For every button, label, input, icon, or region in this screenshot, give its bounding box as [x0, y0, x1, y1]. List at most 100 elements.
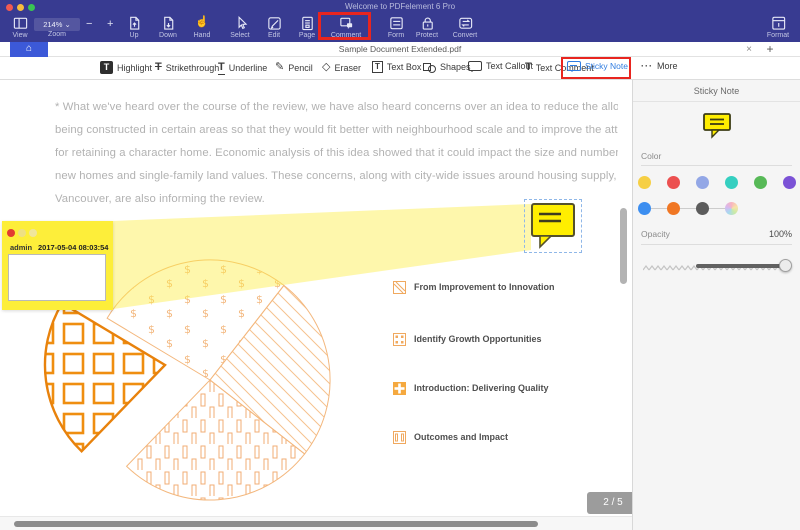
- main-toolbar: View 214% ⌄ − + Zoom Up Down ☝ Hand Sele…: [0, 14, 800, 42]
- legend-item: Outcomes and Impact: [393, 430, 508, 444]
- tool-label: Underline: [228, 63, 268, 73]
- document-text-line: * What we've heard over the course of th…: [55, 101, 618, 113]
- pie-slice-squares-exploded: [43, 301, 167, 453]
- strikethrough-icon: T: [155, 61, 162, 73]
- tool-label: Highlight: [117, 62, 153, 73]
- toolbar-button-label: Comment: [330, 32, 362, 39]
- legend-label: Introduction: Delivering Quality: [414, 383, 549, 393]
- toolbar-button-comment[interactable]: Comment: [324, 15, 368, 40]
- color-swatch-yellow[interactable]: [637, 176, 651, 189]
- color-swatch-gray[interactable]: [695, 202, 709, 215]
- tool-highlight[interactable]: T Highlight: [100, 61, 152, 74]
- pie-slice-diagonal: [209, 284, 331, 455]
- color-section-label: Color: [641, 151, 662, 161]
- document-page: * What we've heard over the course of th…: [0, 80, 632, 530]
- horizontal-scrollbar-thumb[interactable]: [14, 521, 538, 527]
- tool-more[interactable]: ··· More: [641, 61, 678, 71]
- sticky-note-preview-icon: [702, 112, 732, 144]
- note-timestamp: 2017-05-04 08:03:54: [38, 243, 109, 252]
- document-text-line: for retaining a character home. Economic…: [55, 147, 618, 159]
- document-text-line: new homes and single-family land values.…: [55, 170, 618, 182]
- legend-swatch-dashes-icon: [393, 430, 406, 444]
- zoom-level-select[interactable]: 214% ⌄: [34, 18, 80, 31]
- zoom-out-button[interactable]: −: [86, 17, 92, 31]
- eraser-icon: ◇: [322, 61, 331, 73]
- sticky-note-popup[interactable]: admin 2017-05-04 08:03:54: [2, 221, 113, 310]
- tool-label: More: [657, 61, 678, 71]
- opacity-section-label: Opacity: [641, 229, 670, 239]
- tool-strikethrough[interactable]: T Strikethrough: [155, 61, 219, 74]
- tool-text-callout[interactable]: Text Callout: [468, 61, 533, 72]
- tool-label: Eraser: [334, 62, 361, 73]
- note-author: admin: [10, 243, 33, 252]
- document-paragraph: * What we've heard over the course of th…: [55, 96, 618, 211]
- document-tab[interactable]: Sample Document Extended.pdf: [0, 42, 800, 57]
- color-swatch-blue[interactable]: [637, 202, 651, 215]
- text-box-icon: T: [372, 61, 383, 73]
- divider: [641, 165, 792, 166]
- color-swatch-orange[interactable]: [666, 202, 680, 215]
- more-dots-icon: ···: [641, 61, 653, 71]
- color-swatch-purple[interactable]: [782, 176, 796, 189]
- tool-label: Sticky Note: [585, 61, 628, 71]
- convert-arrows-icon: [443, 15, 487, 31]
- close-tab-button[interactable]: ×: [742, 42, 756, 57]
- color-swatch-periwinkle[interactable]: [695, 176, 709, 189]
- divider: [641, 244, 792, 245]
- underline-icon: T: [218, 61, 225, 75]
- document-text-line: being constructed in certain areas so th…: [55, 124, 618, 136]
- toolbar-button-page[interactable]: Page: [285, 15, 329, 40]
- popup-dot-icon: [18, 229, 26, 237]
- pie-slice-dollars: [106, 259, 285, 381]
- legend-swatch-plus-icon: [393, 381, 406, 395]
- sticky-note-properties-panel: Sticky Note Color Opacity 100%: [632, 80, 800, 530]
- highlight-icon: T: [100, 61, 113, 74]
- opacity-slider-handle[interactable]: [779, 259, 792, 272]
- annotation-toolbar: T Highlight T Strikethrough T Underline …: [0, 57, 800, 80]
- tool-label: Strikethrough: [165, 62, 220, 73]
- shapes-icon: [423, 61, 436, 73]
- pie-slice-dashes: [125, 379, 306, 501]
- toolbar-button-convert[interactable]: Convert: [443, 15, 487, 40]
- tool-label: Text Box: [386, 62, 422, 72]
- popup-dot-icon: [29, 229, 37, 237]
- color-swatch-teal[interactable]: [724, 176, 738, 189]
- sticky-note-glyph-icon: [531, 203, 575, 249]
- zoom-group-label: Zoom: [48, 31, 66, 38]
- tool-sticky-note[interactable]: Sticky Note: [567, 61, 628, 72]
- tab-bar: ⌂ Sample Document Extended.pdf × +: [0, 42, 800, 57]
- add-tab-button[interactable]: +: [762, 42, 778, 57]
- color-swatch-custom-wheel[interactable]: [724, 202, 738, 215]
- legend-swatch-diagonal-icon: [393, 280, 406, 294]
- tool-eraser[interactable]: ◇ Eraser: [322, 61, 361, 74]
- opacity-slider-fill: [696, 264, 784, 268]
- color-swatch-green[interactable]: [753, 176, 767, 189]
- pencil-icon: ✎: [275, 61, 285, 73]
- text-comment-icon: T: [525, 61, 532, 73]
- format-panel-icon: [756, 15, 800, 31]
- opacity-value: 100%: [768, 229, 792, 239]
- tool-shapes[interactable]: Shapes: [423, 61, 471, 73]
- opacity-slider-track[interactable]: [643, 260, 791, 278]
- toolbar-button-format[interactable]: Format: [756, 15, 800, 40]
- legend-item: Identify Growth Opportunities: [393, 332, 542, 346]
- popup-close-button[interactable]: [7, 229, 15, 237]
- toolbar-button-label: Page: [298, 32, 316, 39]
- horizontal-scrollbar-track[interactable]: [0, 516, 632, 530]
- tool-underline[interactable]: T Underline: [218, 61, 267, 75]
- legend-label: Outcomes and Impact: [414, 432, 509, 442]
- color-swatch-red[interactable]: [666, 176, 680, 189]
- sticky-note-annotation[interactable]: [524, 199, 582, 253]
- pdfelement-window: Welcome to PDFelement 6 Pro View 214% ⌄ …: [0, 0, 800, 530]
- zoom-value: 214%: [43, 20, 63, 29]
- legend-item: Introduction: Delivering Quality: [393, 381, 549, 395]
- note-text-input[interactable]: [8, 254, 106, 301]
- legend-label: From Improvement to Innovation: [414, 282, 555, 292]
- tool-pencil[interactable]: ✎ Pencil: [275, 61, 313, 74]
- comment-icon: [324, 15, 368, 31]
- tool-label: Pencil: [288, 62, 313, 73]
- vertical-scrollbar[interactable]: [620, 208, 627, 284]
- sticky-note-icon: [567, 61, 581, 72]
- tool-text-box[interactable]: T Text Box: [372, 61, 421, 73]
- legend-item: From Improvement to Innovation: [393, 280, 555, 294]
